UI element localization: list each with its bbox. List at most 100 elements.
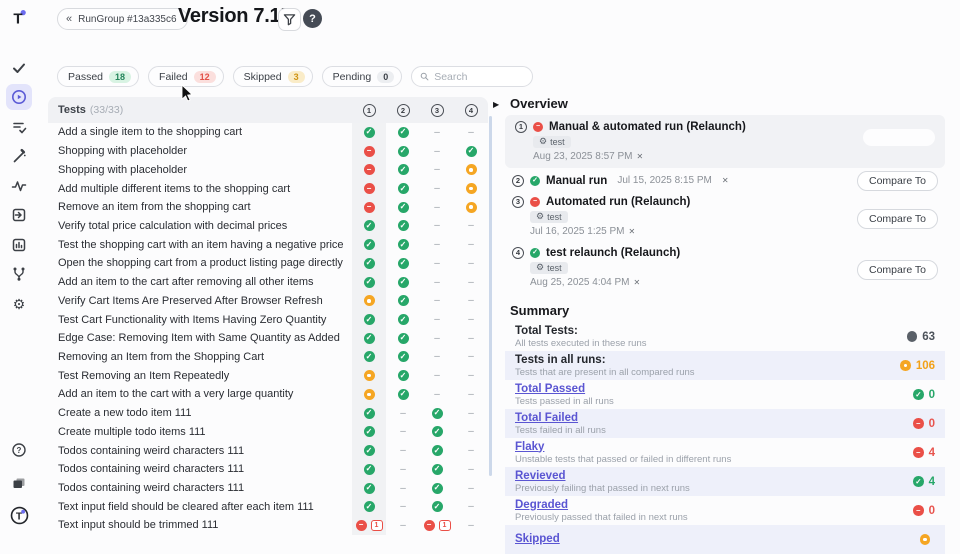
test-name[interactable]: Edge Case: Removing Item with Same Quant… (48, 332, 352, 344)
run-item-2[interactable]: 2✓Manual runJul 15, 2025 8:15 PM✕Compare… (505, 174, 945, 187)
table-row[interactable]: Verify total price calculation with deci… (48, 217, 488, 236)
summary-label[interactable]: Total Failed (515, 412, 913, 425)
status-cell-run-4: – (454, 385, 488, 404)
sidebar-item-docs[interactable] (6, 470, 32, 496)
test-name[interactable]: Test the shopping cart with an item havi… (48, 239, 352, 251)
table-row[interactable]: Test Removing an Item Repeatedly✓–– (48, 366, 488, 385)
sidebar-item-pulse[interactable] (6, 173, 32, 199)
table-row[interactable]: Shopping with placeholder−✓–✓ (48, 142, 488, 161)
summary-label[interactable]: Revieved (515, 470, 913, 483)
table-row[interactable]: Add an item to the cart with a very larg… (48, 385, 488, 404)
filter-chip-failed[interactable]: Failed12 (148, 66, 224, 87)
table-row[interactable]: Remove an item from the shopping cart−✓– (48, 198, 488, 217)
run-column-header-3[interactable]: 3 (420, 104, 454, 117)
test-name[interactable]: Add an item to the cart after removing a… (48, 276, 352, 288)
search-input[interactable] (434, 71, 524, 83)
remove-run-icon[interactable]: ✕ (722, 176, 729, 185)
sidebar-item-list-check[interactable] (6, 114, 32, 140)
run-column-header-2[interactable]: 2 (386, 104, 420, 117)
help-button[interactable]: ? (303, 9, 322, 28)
test-name[interactable]: Open the shopping cart from a product li… (48, 257, 352, 269)
back-to-rungroup-button[interactable]: « RunGroup #13a335c6 (57, 8, 188, 30)
table-row[interactable]: Open the shopping cart from a product li… (48, 254, 488, 273)
run-item-1[interactable]: 1−Manual & automated run (Relaunch)⚙test… (505, 115, 945, 168)
table-row[interactable]: Todos containing weird characters 111✓–✓… (48, 441, 488, 460)
test-name[interactable]: Shopping with placeholder (48, 145, 352, 157)
test-name[interactable]: Verify total price calculation with deci… (48, 220, 352, 232)
test-name[interactable]: Add a single item to the shopping cart (48, 126, 352, 138)
table-row[interactable]: Text input field should be cleared after… (48, 497, 488, 516)
test-name[interactable]: Text input field should be cleared after… (48, 501, 352, 513)
table-row[interactable]: Todos containing weird characters 111✓–✓… (48, 479, 488, 498)
test-name[interactable]: Todos containing weird characters 111 (48, 482, 352, 494)
test-name[interactable]: Add an item to the cart with a very larg… (48, 388, 352, 400)
compare-to-button[interactable]: Compare To (857, 171, 938, 191)
remove-run-icon[interactable]: ✕ (637, 152, 644, 161)
table-row[interactable]: Test Cart Functionality with Items Havin… (48, 310, 488, 329)
status-cell-run-4: – (454, 291, 488, 310)
table-row[interactable]: Create a new todo item 111✓–✓– (48, 404, 488, 423)
comment-badge[interactable]: 1 (439, 520, 451, 531)
run-column-header-4[interactable]: 4 (454, 104, 488, 117)
sidebar-item-wand[interactable] (6, 143, 32, 169)
sidebar-item-report[interactable] (6, 232, 32, 258)
run-item-3[interactable]: 3−Automated run (Relaunch)⚙testJul 16, 2… (505, 195, 945, 238)
table-row[interactable]: Add multiple different items to the shop… (48, 179, 488, 198)
summary-label[interactable]: Flaky (515, 441, 913, 454)
remove-run-icon[interactable]: ✕ (629, 227, 636, 236)
filter-chip-passed[interactable]: Passed18 (57, 66, 139, 87)
table-row[interactable]: Test the shopping cart with an item havi… (48, 235, 488, 254)
table-row[interactable]: Edge Case: Removing Item with Same Quant… (48, 329, 488, 348)
test-name[interactable]: Test Removing an Item Repeatedly (48, 370, 352, 382)
sidebar-item-run-play[interactable] (6, 84, 32, 110)
comment-badge[interactable]: 1 (371, 520, 383, 531)
test-name[interactable]: Test Cart Functionality with Items Havin… (48, 314, 352, 326)
table-row[interactable]: Removing an Item from the Shopping Cart✓… (48, 348, 488, 367)
status-cell-run-2: ✓ (386, 198, 420, 217)
sidebar-item-gear[interactable]: ⚙ (6, 291, 32, 317)
test-name[interactable]: Todos containing weird characters 111 (48, 463, 352, 475)
table-row[interactable]: Add a single item to the shopping cart✓✓… (48, 123, 488, 142)
table-row[interactable]: Add an item to the cart after removing a… (48, 273, 488, 292)
panel-scrollbar[interactable] (489, 116, 492, 476)
filter-chip-pending[interactable]: Pending0 (322, 66, 403, 87)
test-name[interactable]: Create multiple todo items 111 (48, 426, 352, 438)
test-name[interactable]: Verify Cart Items Are Preserved After Br… (48, 295, 352, 307)
test-name[interactable]: Create a new todo item 111 (48, 407, 352, 419)
run-column-header-1[interactable]: 1 (352, 104, 386, 117)
app-logo-icon[interactable]: T (9, 8, 29, 33)
test-name[interactable]: Todos containing weird characters 111 (48, 445, 352, 457)
table-row[interactable]: Shopping with placeholder−✓– (48, 160, 488, 179)
summary-label[interactable]: Total Passed (515, 383, 913, 396)
table-row[interactable]: Create multiple todo items 111✓–✓– (48, 423, 488, 442)
pass-status-icon: ✓ (398, 127, 409, 138)
collapse-panel-icon[interactable]: ▶ (493, 100, 499, 109)
sidebar-item-avatar[interactable]: T (6, 503, 32, 529)
compare-to-button-ghost[interactable] (863, 129, 935, 146)
sidebar-item-check[interactable] (6, 55, 32, 81)
pass-status-icon: ✓ (364, 220, 375, 231)
sidebar-item-branch[interactable] (6, 261, 32, 287)
compare-to-button[interactable]: Compare To (857, 260, 938, 280)
sidebar-item-help[interactable]: ? (6, 437, 32, 463)
filter-chip-skipped[interactable]: Skipped3 (233, 66, 313, 87)
status-cell-run-3: – (420, 160, 454, 179)
table-row[interactable]: Verify Cart Items Are Preserved After Br… (48, 291, 488, 310)
run-item-4[interactable]: 4✓test relaunch (Relaunch)⚙testAug 25, 2… (505, 246, 945, 289)
table-row[interactable]: Todos containing weird characters 111✓–✓… (48, 460, 488, 479)
test-name[interactable]: Text input should be trimmed 111 (48, 519, 352, 531)
summary-label[interactable]: Degraded (515, 499, 913, 512)
test-name[interactable]: Remove an item from the shopping cart (48, 201, 352, 213)
test-name[interactable]: Add multiple different items to the shop… (48, 183, 352, 195)
test-name[interactable]: Shopping with placeholder (48, 164, 352, 176)
status-cell-run-2: ✓ (386, 179, 420, 198)
test-name[interactable]: Removing an Item from the Shopping Cart (48, 351, 352, 363)
summary-label: Total Tests: (515, 325, 907, 338)
no-result-dash: – (468, 220, 474, 231)
search-box[interactable] (411, 66, 533, 87)
filter-button[interactable] (278, 8, 301, 31)
remove-run-icon[interactable]: ✕ (634, 278, 641, 287)
sidebar-item-import[interactable] (6, 202, 32, 228)
compare-to-button[interactable]: Compare To (857, 209, 938, 229)
table-row[interactable]: Text input should be trimmed 111−1–−1– (48, 516, 488, 535)
